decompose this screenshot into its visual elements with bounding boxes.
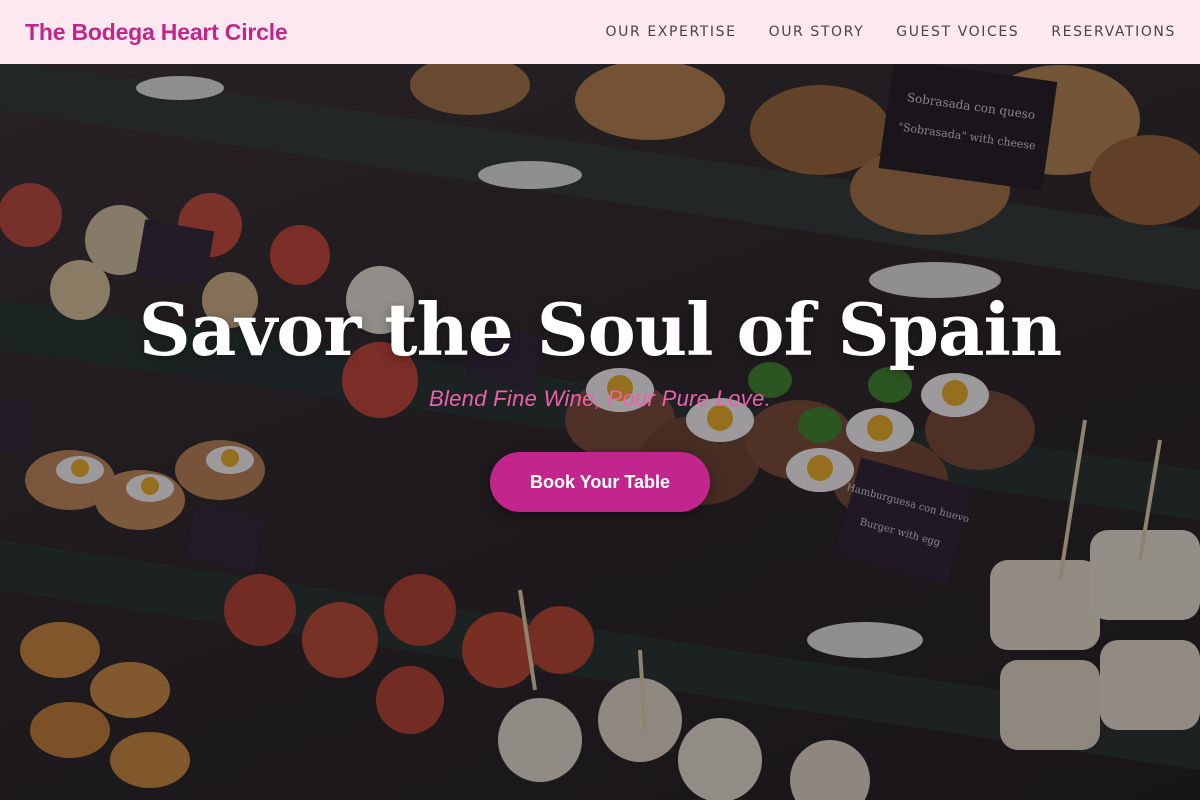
hero-content: Savor the Soul of Spain Blend Fine Wine,…: [0, 290, 1200, 512]
nav-link-guest-voices[interactable]: GUEST VOICES: [896, 24, 1019, 40]
book-table-button[interactable]: Book Your Table: [490, 452, 710, 512]
site-header: The Bodega Heart Circle OUR EXPERTISE OU…: [0, 0, 1200, 64]
hero-subtitle: Blend Fine Wine, Pour Pure Love.: [428, 386, 772, 411]
main-nav: OUR EXPERTISE OUR STORY GUEST VOICES RES…: [605, 24, 1176, 40]
hero-title: Savor the Soul of Spain: [138, 287, 1063, 372]
nav-link-our-expertise[interactable]: OUR EXPERTISE: [605, 24, 736, 40]
nav-link-reservations[interactable]: RESERVATIONS: [1051, 24, 1176, 40]
nav-link-our-story[interactable]: OUR STORY: [769, 24, 865, 40]
brand-logo-link[interactable]: The Bodega Heart Circle: [25, 19, 288, 46]
